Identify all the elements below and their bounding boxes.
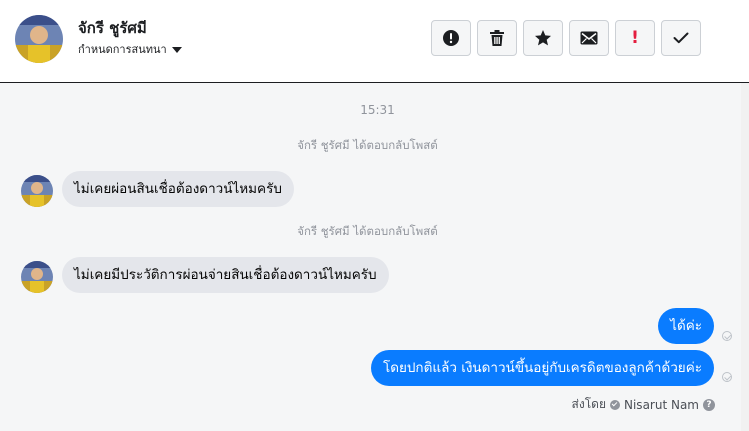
seen-check-icon (722, 372, 732, 382)
outgoing-message[interactable]: โดยปกติแล้ว เงินดาวน์ขึ้นอยู่กับเครดิตขอ… (370, 350, 714, 386)
sent-by-label: ส่งโดย (571, 397, 606, 411)
mark-unread-button[interactable] (569, 20, 609, 56)
contact-avatar-small (21, 261, 53, 293)
spam-button[interactable] (431, 20, 471, 56)
incoming-message[interactable]: ไม่เคยมีประวัติการผ่อนจ่ายสินเชื่อต้องดา… (62, 257, 389, 293)
message-timestamp: 15:31 (360, 103, 395, 117)
action-toolbar: ! (431, 20, 701, 56)
contact-avatar-small (21, 175, 53, 207)
system-notice: จักรี ชูรัศมี ได้ตอบกลับโพสต์ (297, 224, 438, 238)
seen-check-icon (722, 331, 732, 341)
exclamation-circle-icon (443, 30, 459, 46)
star-button[interactable] (523, 20, 563, 56)
contact-name[interactable]: จักรี ชูรัศมี (78, 16, 147, 40)
incoming-message[interactable]: ไม่เคยผ่อนสินเชื่อต้องดาวน์ไหมครับ (62, 171, 294, 207)
conversation-header: จักรี ชูรัศมี กำหนดการสนทนา ! (0, 0, 749, 83)
sender-name: Nisarut Nam (624, 397, 699, 412)
assign-conversation-dropdown[interactable]: กำหนดการสนทนา (78, 40, 182, 58)
contact-avatar[interactable] (15, 15, 63, 63)
mark-done-button[interactable] (661, 20, 701, 56)
red-exclamation-icon: ! (631, 28, 639, 48)
assign-label: กำหนดการสนทนา (78, 43, 167, 56)
envelope-icon (580, 31, 598, 45)
trash-icon (490, 30, 504, 46)
sent-by-info: ส่งโดย Nisarut Nam ? (572, 395, 715, 414)
system-notice: จักรี ชูรัศมี ได้ตอบกลับโพสต์ (297, 138, 438, 152)
verified-check-icon (610, 399, 620, 410)
check-icon (673, 32, 689, 44)
help-icon[interactable]: ? (703, 398, 715, 411)
delete-button[interactable] (477, 20, 517, 56)
caret-down-icon (171, 47, 182, 53)
outgoing-message[interactable]: ได้ค่ะ (658, 308, 714, 344)
star-icon (535, 30, 551, 46)
follow-up-button[interactable]: ! (615, 20, 655, 56)
thread-scrollbar[interactable] (741, 83, 749, 431)
